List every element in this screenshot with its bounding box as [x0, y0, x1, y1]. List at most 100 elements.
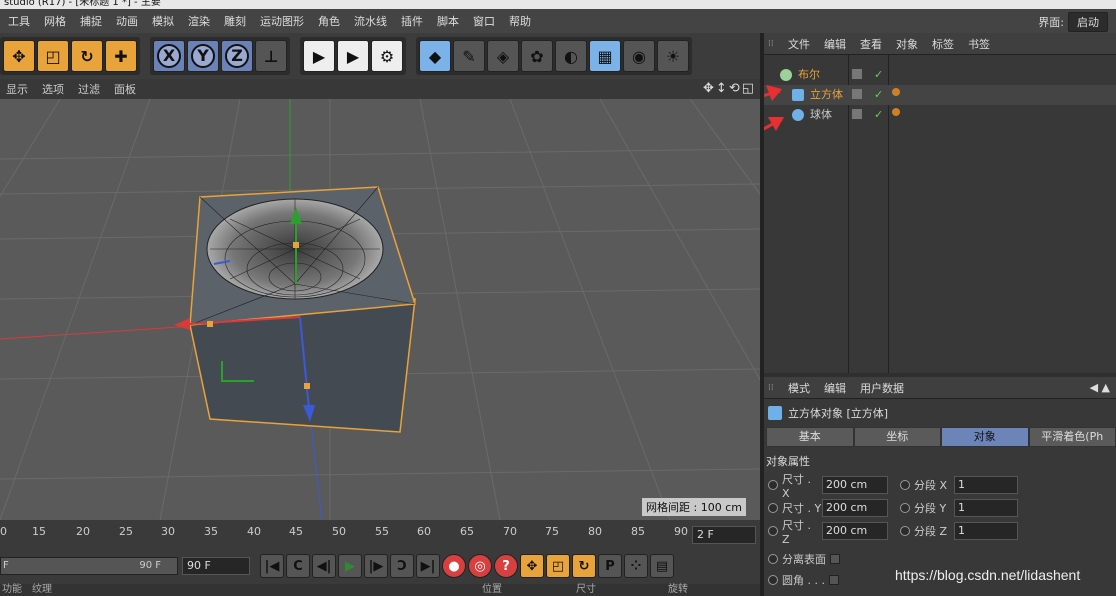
enabled-check-icon[interactable]: ✓ [874, 105, 883, 125]
animate-radio[interactable] [900, 526, 910, 536]
menu-pipeline[interactable]: 流水线 [354, 13, 387, 29]
play-icon[interactable]: ▶ [338, 554, 362, 578]
scale-icon[interactable]: ◰ [37, 40, 69, 72]
animate-radio[interactable] [768, 554, 778, 564]
pen-spline-icon[interactable]: ✎ [453, 40, 485, 72]
create-icon[interactable]: ✚ [105, 40, 137, 72]
menu-snap[interactable]: 捕捉 [80, 13, 102, 29]
previous-key-icon[interactable]: C [286, 554, 310, 578]
visibility-icon[interactable] [852, 89, 862, 99]
om-menu-tags[interactable]: 标签 [932, 36, 954, 52]
menu-window[interactable]: 窗口 [473, 13, 495, 29]
floor-icon[interactable]: ▦ [589, 40, 621, 72]
om-menu-objects[interactable]: 对象 [896, 36, 918, 52]
menu-render[interactable]: 渲染 [188, 13, 210, 29]
frame-range-slider[interactable]: F 90 F [0, 557, 178, 575]
animate-radio[interactable] [768, 503, 778, 513]
material-tag-icon[interactable] [892, 108, 900, 116]
coordinate-system-icon[interactable]: ⊥ [255, 40, 287, 72]
am-menu-mode[interactable]: 模式 [788, 380, 810, 396]
menu-mesh[interactable]: 网格 [44, 13, 66, 29]
tab-phong[interactable]: 平滑着色(Ph [1028, 427, 1116, 447]
x-axis-lock-icon[interactable]: X [153, 40, 185, 72]
viewport-menu-options[interactable]: 选项 [42, 81, 64, 97]
viewport-menu-panel[interactable]: 面板 [114, 81, 136, 97]
keyframe-selection-icon[interactable]: ? [494, 554, 518, 578]
3d-viewport[interactable]: 网格间距 : 100 cm [0, 99, 760, 520]
menu-script[interactable]: 脚本 [437, 13, 459, 29]
key-pla-icon[interactable]: ⁘ [624, 554, 648, 578]
panel-grip-icon[interactable]: ⁞⁞ [768, 383, 774, 393]
animate-radio[interactable] [768, 575, 778, 585]
menu-animate[interactable]: 动画 [116, 13, 138, 29]
om-menu-edit[interactable]: 编辑 [824, 36, 846, 52]
key-rotation-icon[interactable]: ↻ [572, 554, 596, 578]
tab-basic[interactable]: 基本 [766, 427, 854, 447]
timeline-ruler[interactable]: 0 15 20 25 30 35 40 45 50 55 60 65 70 75… [0, 520, 760, 548]
record-icon[interactable]: ● [442, 554, 466, 578]
om-menu-bookmarks[interactable]: 书签 [968, 36, 990, 52]
y-axis-lock-icon[interactable]: Y [187, 40, 219, 72]
menu-simulate[interactable]: 模拟 [152, 13, 174, 29]
key-scale-icon[interactable]: ◰ [546, 554, 570, 578]
viewport-menu-filter[interactable]: 过滤 [78, 81, 100, 97]
menu-help[interactable]: 帮助 [509, 13, 531, 29]
viewport-menu-display[interactable]: 显示 [6, 81, 28, 97]
deformer-icon[interactable]: ◐ [555, 40, 587, 72]
render-picture-viewer-icon[interactable]: ▶ [337, 40, 369, 72]
animate-radio[interactable] [900, 503, 910, 513]
object-row-cube[interactable]: 立方体 ✓ [764, 85, 1116, 105]
render-view-icon[interactable]: ▶ [303, 40, 335, 72]
tab-object[interactable]: 对象 [941, 427, 1029, 447]
material-tag-icon[interactable] [892, 88, 900, 96]
panel-grip-icon[interactable]: ⁞⁞ [768, 39, 774, 49]
animate-radio[interactable] [768, 480, 778, 490]
go-to-start-icon[interactable]: |◀ [260, 554, 284, 578]
next-frame-icon[interactable]: |▶ [364, 554, 388, 578]
segments-x-field[interactable]: 1 [954, 476, 1018, 494]
size-x-field[interactable]: 200 cm [822, 476, 888, 494]
history-arrows-icon[interactable]: ◀ ▲ [1090, 381, 1110, 394]
menu-tools[interactable]: 工具 [8, 13, 30, 29]
z-axis-lock-icon[interactable]: Z [221, 40, 253, 72]
timeline-window-icon[interactable]: ▤ [650, 554, 674, 578]
key-position-icon[interactable]: ✥ [520, 554, 544, 578]
subdivision-icon[interactable]: ◈ [487, 40, 519, 72]
key-parameter-icon[interactable]: P [598, 554, 622, 578]
layout-dropdown[interactable]: 启动 [1068, 12, 1108, 32]
animate-radio[interactable] [768, 526, 778, 536]
camera-icon[interactable]: ◉ [623, 40, 655, 72]
render-settings-icon[interactable]: ⚙ [371, 40, 403, 72]
om-menu-file[interactable]: 文件 [788, 36, 810, 52]
cloner-icon[interactable]: ✿ [521, 40, 553, 72]
auto-key-icon[interactable]: ◎ [468, 554, 492, 578]
menu-character[interactable]: 角色 [318, 13, 340, 29]
am-menu-userdata[interactable]: 用户数据 [860, 380, 904, 396]
tab-coord[interactable]: 坐标 [853, 427, 941, 447]
am-menu-edit[interactable]: 编辑 [824, 380, 846, 396]
visibility-icon[interactable] [852, 109, 862, 119]
object-row-boole[interactable]: 布尔 ✓ [764, 65, 1116, 85]
previous-frame-icon[interactable]: ◀| [312, 554, 336, 578]
rotate-icon[interactable]: ↻ [71, 40, 103, 72]
current-frame-field[interactable]: 2 F [692, 526, 756, 544]
animate-radio[interactable] [900, 480, 910, 490]
enabled-check-icon[interactable]: ✓ [874, 85, 883, 105]
menu-mograph[interactable]: 运动图形 [260, 13, 304, 29]
object-row-sphere[interactable]: 球体 ✓ [764, 105, 1116, 125]
go-to-end-icon[interactable]: ▶| [416, 554, 440, 578]
segments-z-field[interactable]: 1 [954, 522, 1018, 540]
viewport-nav-icons[interactable]: ✥↕⟲◱ [703, 81, 756, 96]
visibility-icon[interactable] [852, 69, 862, 79]
move-icon[interactable]: ✥ [3, 40, 35, 72]
end-frame-field[interactable]: 90 F [182, 557, 250, 575]
menu-plugins[interactable]: 插件 [401, 13, 423, 29]
menu-sculpt[interactable]: 雕刻 [224, 13, 246, 29]
separate-surfaces-checkbox[interactable] [830, 554, 840, 564]
om-menu-view[interactable]: 查看 [860, 36, 882, 52]
segments-y-field[interactable]: 1 [954, 499, 1018, 517]
size-z-field[interactable]: 200 cm [822, 522, 888, 540]
fillet-checkbox[interactable] [828, 575, 839, 585]
next-key-icon[interactable]: Ↄ [390, 554, 414, 578]
enabled-check-icon[interactable]: ✓ [874, 65, 883, 85]
